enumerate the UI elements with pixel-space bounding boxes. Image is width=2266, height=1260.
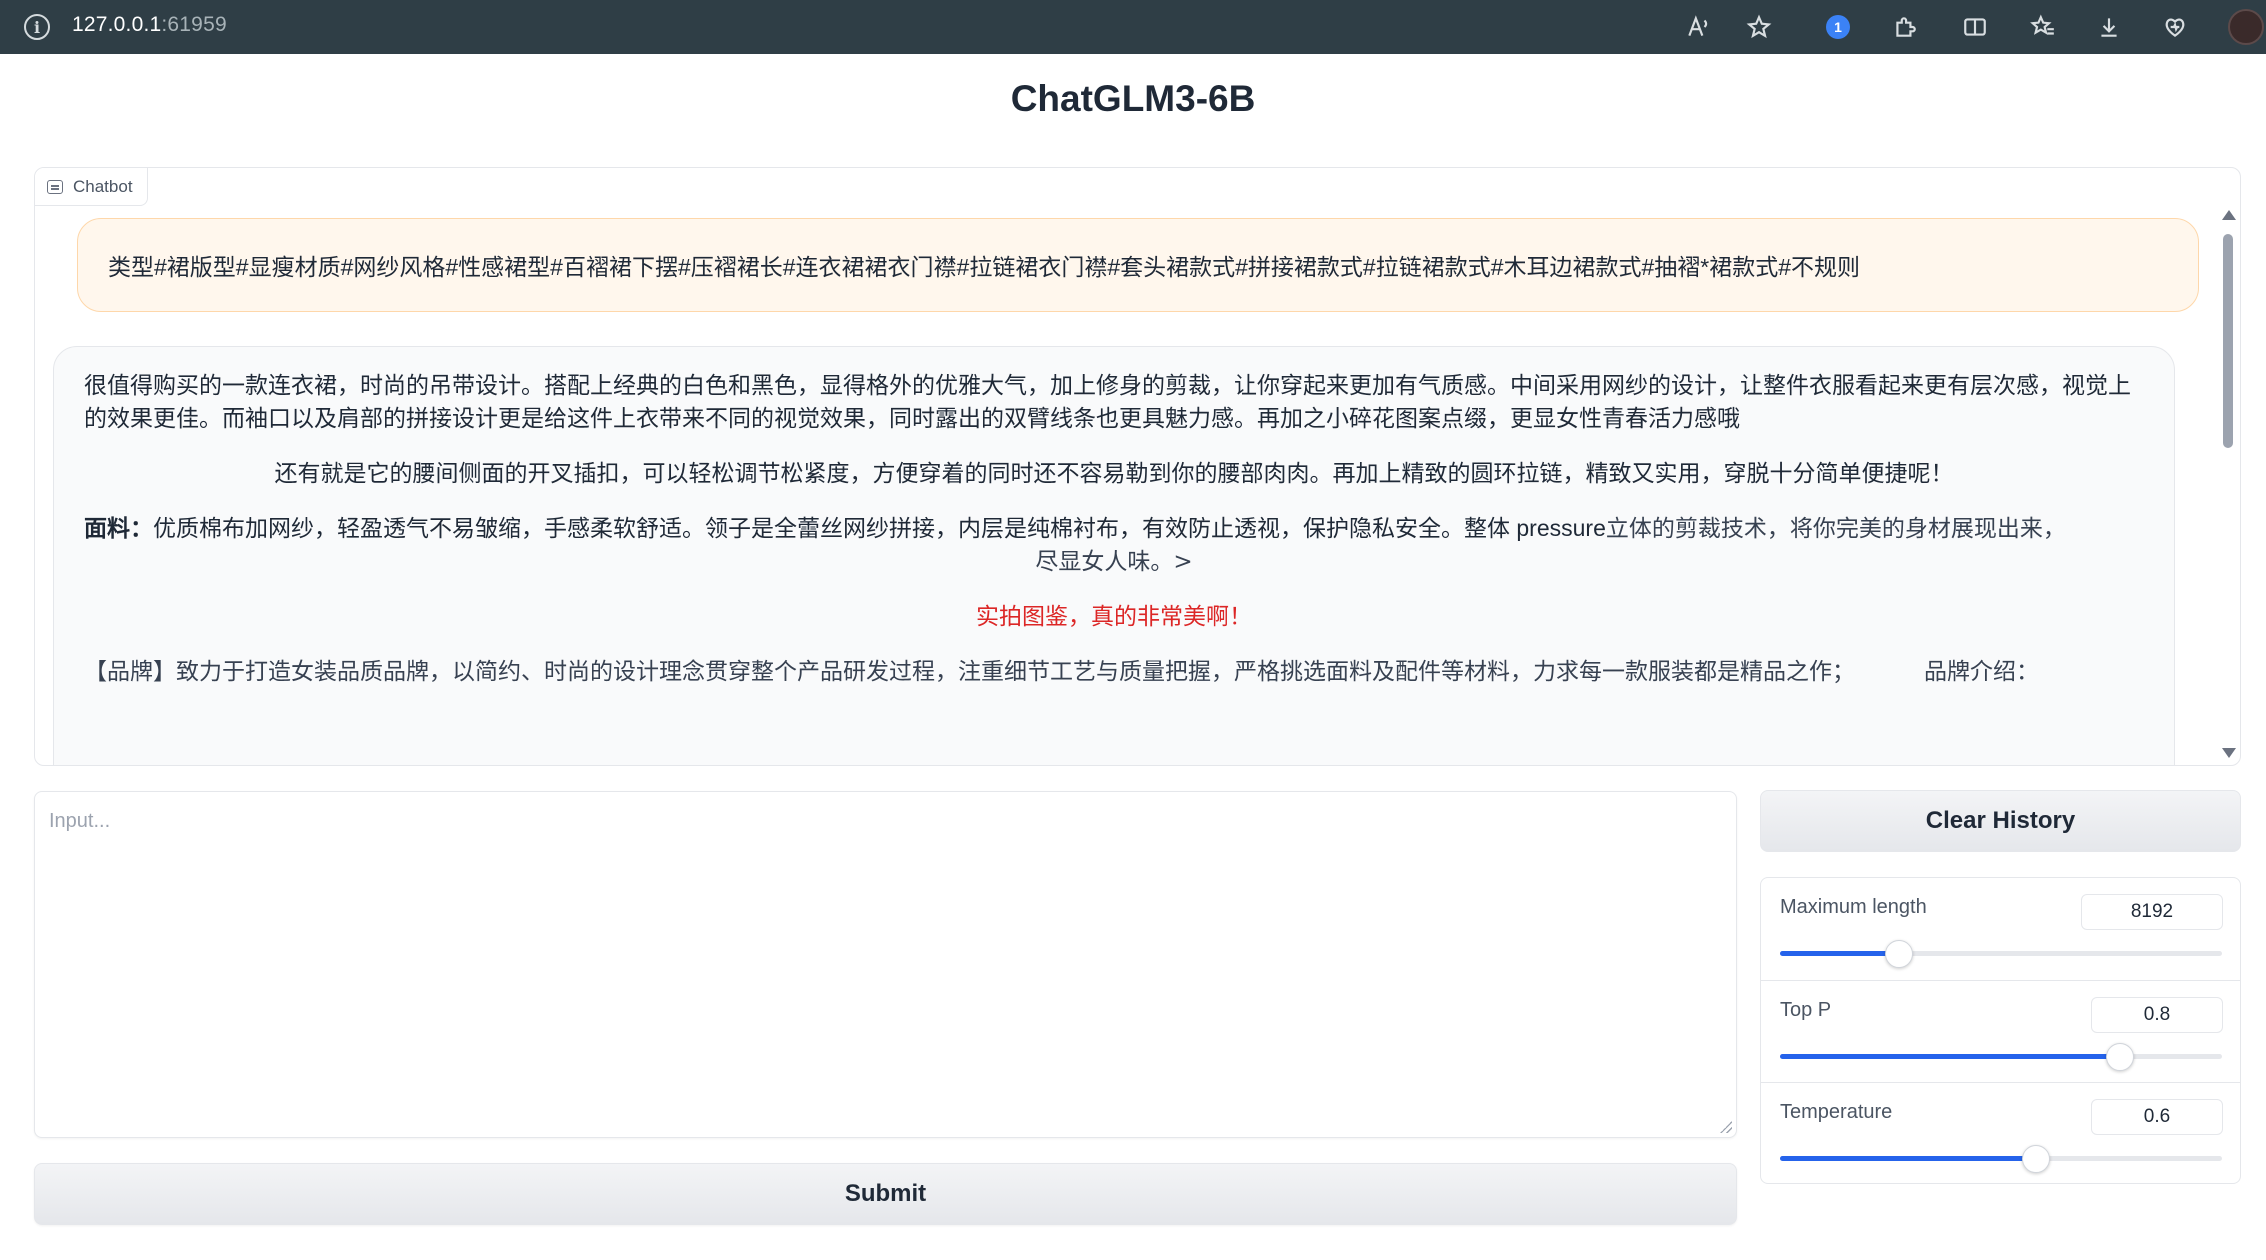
- brand-text: 【品牌】致力于打造女装品质品牌，以简约、时尚的设计理念贯穿整个产品研发过程，注重…: [84, 659, 1855, 685]
- bot-message: 很值得购买的一款连衣裙，时尚的吊带设计。搭配上经典的白色和黑色，显得格外的优雅大…: [53, 346, 2175, 765]
- scroll-up-arrow-icon[interactable]: [2222, 210, 2236, 220]
- max-length-slider-thumb[interactable]: [1885, 940, 1914, 968]
- temperature-slider-fill: [1780, 1156, 2037, 1161]
- message-input[interactable]: [35, 792, 1736, 1137]
- resize-handle-icon[interactable]: [1720, 1121, 1732, 1133]
- temperature-slider-group: Temperature 0.6: [1761, 1082, 2240, 1184]
- chatbot-label-text: Chatbot: [73, 176, 133, 196]
- bot-paragraph-brand: 【品牌】致力于打造女装品质品牌，以简约、时尚的设计理念贯穿整个产品研发过程，注重…: [84, 656, 2144, 689]
- chat-scrollbar-thumb[interactable]: [2223, 234, 2233, 448]
- favorite-star-icon[interactable]: [1744, 12, 1774, 42]
- extensions-puzzle-icon[interactable]: [1890, 12, 1920, 42]
- user-message: 类型#裙版型#显瘦材质#网纱风格#性感裙型#百褶裙下摆#压褶裙长#连衣裙裙衣门襟…: [77, 218, 2199, 312]
- password-extension-icon[interactable]: 1: [1823, 12, 1853, 42]
- max-length-slider[interactable]: [1780, 940, 2222, 968]
- url-port: :61959: [161, 13, 227, 36]
- fabric-text-serif: 立体的剪裁技术，将你完美的身材展现出来，: [1605, 516, 2066, 542]
- max-length-slider-fill: [1780, 951, 1900, 956]
- chatbot-label: Chatbot: [35, 168, 148, 206]
- max-length-value-input[interactable]: 8192: [2081, 894, 2223, 930]
- max-length-label: Maximum length: [1780, 896, 1927, 918]
- favorites-list-icon[interactable]: [2028, 12, 2058, 42]
- temperature-value-input[interactable]: 0.6: [2091, 1099, 2223, 1135]
- temperature-slider[interactable]: [1780, 1145, 2222, 1173]
- profile-avatar[interactable]: [2228, 9, 2264, 45]
- site-info-icon[interactable]: i: [24, 14, 50, 40]
- read-aloud-icon[interactable]: [1683, 12, 1713, 42]
- top-p-slider-thumb[interactable]: [2106, 1043, 2135, 1071]
- scroll-down-arrow-icon[interactable]: [2222, 748, 2236, 758]
- top-p-slider-fill: [1780, 1054, 2121, 1059]
- fabric-text: 优质棉布加网纱，轻盈透气不易皱缩，手感柔软舒适。领子是全蕾丝网纱拼接，内层是纯棉…: [153, 515, 1606, 541]
- fabric-text-line2: 尽显女人味。>: [1035, 549, 1193, 575]
- clear-history-button[interactable]: Clear History: [1760, 790, 2241, 852]
- url-host: 127.0.0.1: [72, 13, 162, 36]
- top-p-slider[interactable]: [1780, 1043, 2222, 1071]
- browser-essentials-icon[interactable]: [2160, 12, 2190, 42]
- top-p-label: Top P: [1780, 999, 1832, 1021]
- top-p-value-input[interactable]: 0.8: [2091, 997, 2223, 1033]
- temperature-label: Temperature: [1780, 1101, 1893, 1123]
- temperature-slider-thumb[interactable]: [2022, 1145, 2051, 1173]
- page-title: ChatGLM3-6B: [1010, 78, 1256, 119]
- bot-paragraph-fabric: 面料：优质棉布加网纱，轻盈透气不易皱缩，手感柔软舒适。领子是全蕾丝网纱拼接，内层…: [84, 512, 2144, 579]
- bot-paragraph-highlight: 实拍图鉴，真的非常美啊！: [976, 604, 1252, 630]
- brand-intro-label: 品牌介绍：: [1924, 659, 2039, 685]
- bot-paragraph: 还有就是它的腰间侧面的开叉插扣，可以轻松调节松紧度，方便穿着的同时还不容易勒到你…: [274, 460, 1954, 486]
- split-screen-icon[interactable]: [1960, 12, 1990, 42]
- generation-params-panel: Maximum length 8192 Top P 0.8 Temperatur…: [1760, 877, 2241, 1184]
- max-length-slider-group: Maximum length 8192: [1761, 878, 2240, 980]
- downloads-icon[interactable]: [2094, 12, 2124, 42]
- top-p-slider-group: Top P 0.8: [1761, 980, 2240, 1082]
- submit-button[interactable]: Submit: [34, 1163, 1737, 1225]
- chat-bubble-icon: [47, 179, 63, 194]
- address-bar[interactable]: 127.0.0.1:61959: [72, 13, 227, 37]
- chatbot-panel: Chatbot 类型#裙版型#显瘦材质#网纱风格#性感裙型#百褶裙下摆#压褶裙长…: [34, 167, 2241, 766]
- browser-toolbar: i 127.0.0.1:61959 1: [0, 0, 2266, 54]
- fabric-heading: 面料：: [84, 515, 153, 541]
- input-container: [34, 791, 1737, 1138]
- bot-paragraph: 很值得购买的一款连衣裙，时尚的吊带设计。搭配上经典的白色和黑色，显得格外的优雅大…: [84, 372, 2131, 431]
